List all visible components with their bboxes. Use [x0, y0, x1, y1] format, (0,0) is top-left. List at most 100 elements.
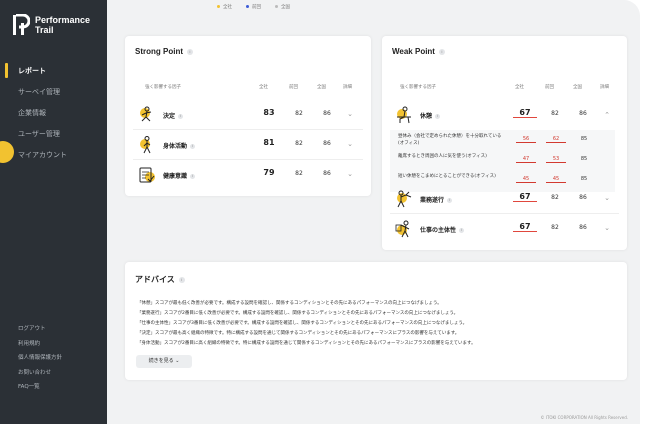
sidebar-item-survey[interactable]: サーベイ管理 — [0, 81, 107, 102]
col-head-detail: 詳細 — [600, 85, 609, 90]
device-frame: Performance Trail レポート サーベイ管理 企業情報 ユーザー管… — [0, 0, 650, 424]
weak-detail-list: 昼休み（会社で定められた休憩）を十分取れている(オフィス) 56 62 85 離… — [390, 130, 615, 192]
row-label: 身体活動 i — [163, 141, 196, 150]
table-row[interactable]: 仕事の主体性 i 67 82 86 ⌄ — [390, 214, 619, 244]
app-logo[interactable]: Performance Trail — [12, 14, 90, 36]
clipboard-check-icon — [139, 167, 155, 183]
info-icon[interactable]: i — [459, 228, 465, 233]
score-company: 67 — [513, 108, 537, 118]
detail-question: 短い休憩をこまめにとることができる(オフィス) — [398, 174, 496, 179]
col-head-factor: 強く影響する因子 — [400, 85, 436, 90]
detail-score-previous: 53 — [546, 156, 566, 163]
score-national: 86 — [323, 170, 331, 177]
strong-title-text: Strong Point — [135, 47, 183, 56]
sidebar: Performance Trail レポート サーベイ管理 企業情報 ユーザー管… — [0, 0, 107, 424]
person-walking-icon — [140, 136, 151, 154]
score-national: 86 — [323, 140, 331, 147]
info-icon[interactable]: i — [447, 198, 453, 203]
col-head-previous: 前回 — [289, 85, 298, 90]
table-row[interactable]: 身体活動 i 81 82 86 ⌄ — [133, 130, 363, 160]
table-row[interactable]: 健康意識 i 79 82 86 ⌄ — [133, 160, 363, 190]
info-icon[interactable]: i — [438, 48, 445, 55]
advice-line: 「業務遂行」スコアが2番目に低く改善が必要です。構成する設問を確認し、関係するコ… — [137, 311, 459, 316]
legend-item-company: 全社 — [217, 4, 232, 10]
detail-score-national: 85 — [580, 156, 588, 162]
score-national: 86 — [579, 224, 587, 231]
score-company: 81 — [263, 138, 275, 147]
sidebar-item-users[interactable]: ユーザー管理 — [0, 123, 107, 144]
terms-link[interactable]: 利用規約 — [18, 337, 62, 352]
score-previous: 82 — [295, 170, 303, 177]
row-label-text: 健康意識 — [163, 173, 188, 180]
score-previous: 82 — [551, 224, 559, 231]
legend-label: 全国 — [281, 5, 290, 10]
row-label: 決定 i — [163, 111, 184, 120]
info-icon[interactable]: i — [190, 144, 196, 149]
detail-score-previous: 45 — [546, 176, 566, 183]
score-company: 67 — [513, 222, 537, 232]
advice-title-text: アドバイス — [135, 275, 175, 284]
legend-dot-national — [275, 5, 278, 8]
info-icon[interactable]: i — [178, 276, 185, 283]
detail-row: 昼休み（会社で定められた休憩）を十分取れている(オフィス) 56 62 85 — [390, 130, 615, 150]
info-icon[interactable]: i — [178, 114, 184, 119]
logout-link[interactable]: ログアウト — [18, 322, 62, 337]
legend-dot-previous — [246, 5, 249, 8]
table-row[interactable]: 決定 i 83 82 86 ⌄ — [133, 100, 363, 130]
copyright: © ITOKI CORPORATION All Rights Reserved. — [540, 415, 628, 420]
score-previous: 82 — [295, 110, 303, 117]
row-label-text: 業務遂行 — [420, 197, 445, 204]
contact-link[interactable]: お問い合わせ — [18, 366, 62, 381]
info-icon[interactable]: i — [435, 114, 441, 119]
chevron-down-icon[interactable]: ⌄ — [346, 140, 354, 148]
detail-question: 昼休み（会社で定められた休憩）を十分取れている(オフィス) — [398, 134, 502, 146]
table-row[interactable]: 業務遂行 i 67 82 86 ⌄ — [390, 184, 619, 214]
score-national: 86 — [579, 194, 587, 201]
score-legend: 全社 前回 全国 — [217, 4, 290, 10]
detail-row: 離席するとき周囲の人に気を使う(オフィス) 47 53 85 — [390, 150, 615, 170]
legend-item-national: 全国 — [275, 4, 290, 10]
logo-line-2: Trail — [35, 25, 54, 35]
logo-mark-icon — [13, 14, 30, 35]
faq-link[interactable]: FAQ一覧 — [18, 380, 62, 395]
privacy-link[interactable]: 個人情報保護方針 — [18, 351, 62, 366]
row-label-text: 決定 — [163, 113, 176, 120]
logo-line-1: Performance — [35, 15, 91, 25]
advice-line: 「休憩」スコアが最も低く改善が必要です。構成する設問を確認し、関係するコンディシ… — [137, 301, 442, 306]
chevron-up-icon[interactable]: ⌄ — [603, 110, 611, 118]
row-label-text: 身体活動 — [163, 143, 188, 150]
detail-score-previous: 62 — [546, 136, 566, 143]
table-row[interactable]: 休憩 i 67 82 86 ⌄ — [390, 100, 619, 130]
info-icon[interactable]: i — [187, 48, 193, 55]
weak-title-text: Weak Point — [392, 47, 435, 56]
person-working-icon — [397, 190, 412, 208]
legend-dot-company — [217, 5, 220, 8]
advice-line: 「身体活動」スコアが2番目に高く組織の特徴です。特に構成する設問を通じて関係する… — [137, 341, 476, 346]
chevron-down-icon[interactable]: ⌄ — [346, 110, 354, 118]
score-company: 67 — [513, 192, 537, 202]
detail-score-company: 47 — [516, 156, 536, 163]
detail-question: 離席するとき周囲の人に気を使う(オフィス) — [398, 154, 487, 159]
detail-score-company: 45 — [516, 176, 536, 183]
row-label: 休憩 i — [420, 111, 441, 120]
show-more-button[interactable]: 続きを見る ⌄ — [136, 355, 192, 368]
sidebar-item-report[interactable]: レポート — [0, 60, 107, 81]
sidebar-item-company[interactable]: 企業情報 — [0, 102, 107, 123]
score-national: 86 — [579, 110, 587, 117]
advice-line: 「決定」スコアが最も高く組織の特徴です。特に構成する設問を通じて関係するコンディ… — [137, 331, 460, 336]
app-screen: Performance Trail レポート サーベイ管理 企業情報 ユーザー管… — [0, 0, 640, 424]
chevron-down-icon[interactable]: ⌄ — [603, 224, 611, 232]
col-head-company: 全社 — [515, 85, 524, 90]
col-head-national: 全国 — [317, 85, 326, 90]
sidebar-item-account[interactable]: マイアカウント — [0, 144, 107, 165]
chevron-down-icon[interactable]: ⌄ — [603, 194, 611, 202]
row-label: 健康意識 i — [163, 171, 196, 180]
sidebar-nav: レポート サーベイ管理 企業情報 ユーザー管理 マイアカウント — [0, 60, 107, 165]
advice-card: アドバイス i 「休憩」スコアが最も低く改善が必要です。構成する設問を確認し、関係… — [125, 262, 627, 380]
row-label-text: 休憩 — [420, 113, 433, 120]
person-running-icon — [140, 106, 152, 122]
strong-point-title: Strong Point i — [135, 47, 193, 56]
col-head-national: 全国 — [573, 85, 582, 90]
info-icon[interactable]: i — [190, 174, 196, 179]
chevron-down-icon[interactable]: ⌄ — [346, 170, 354, 178]
